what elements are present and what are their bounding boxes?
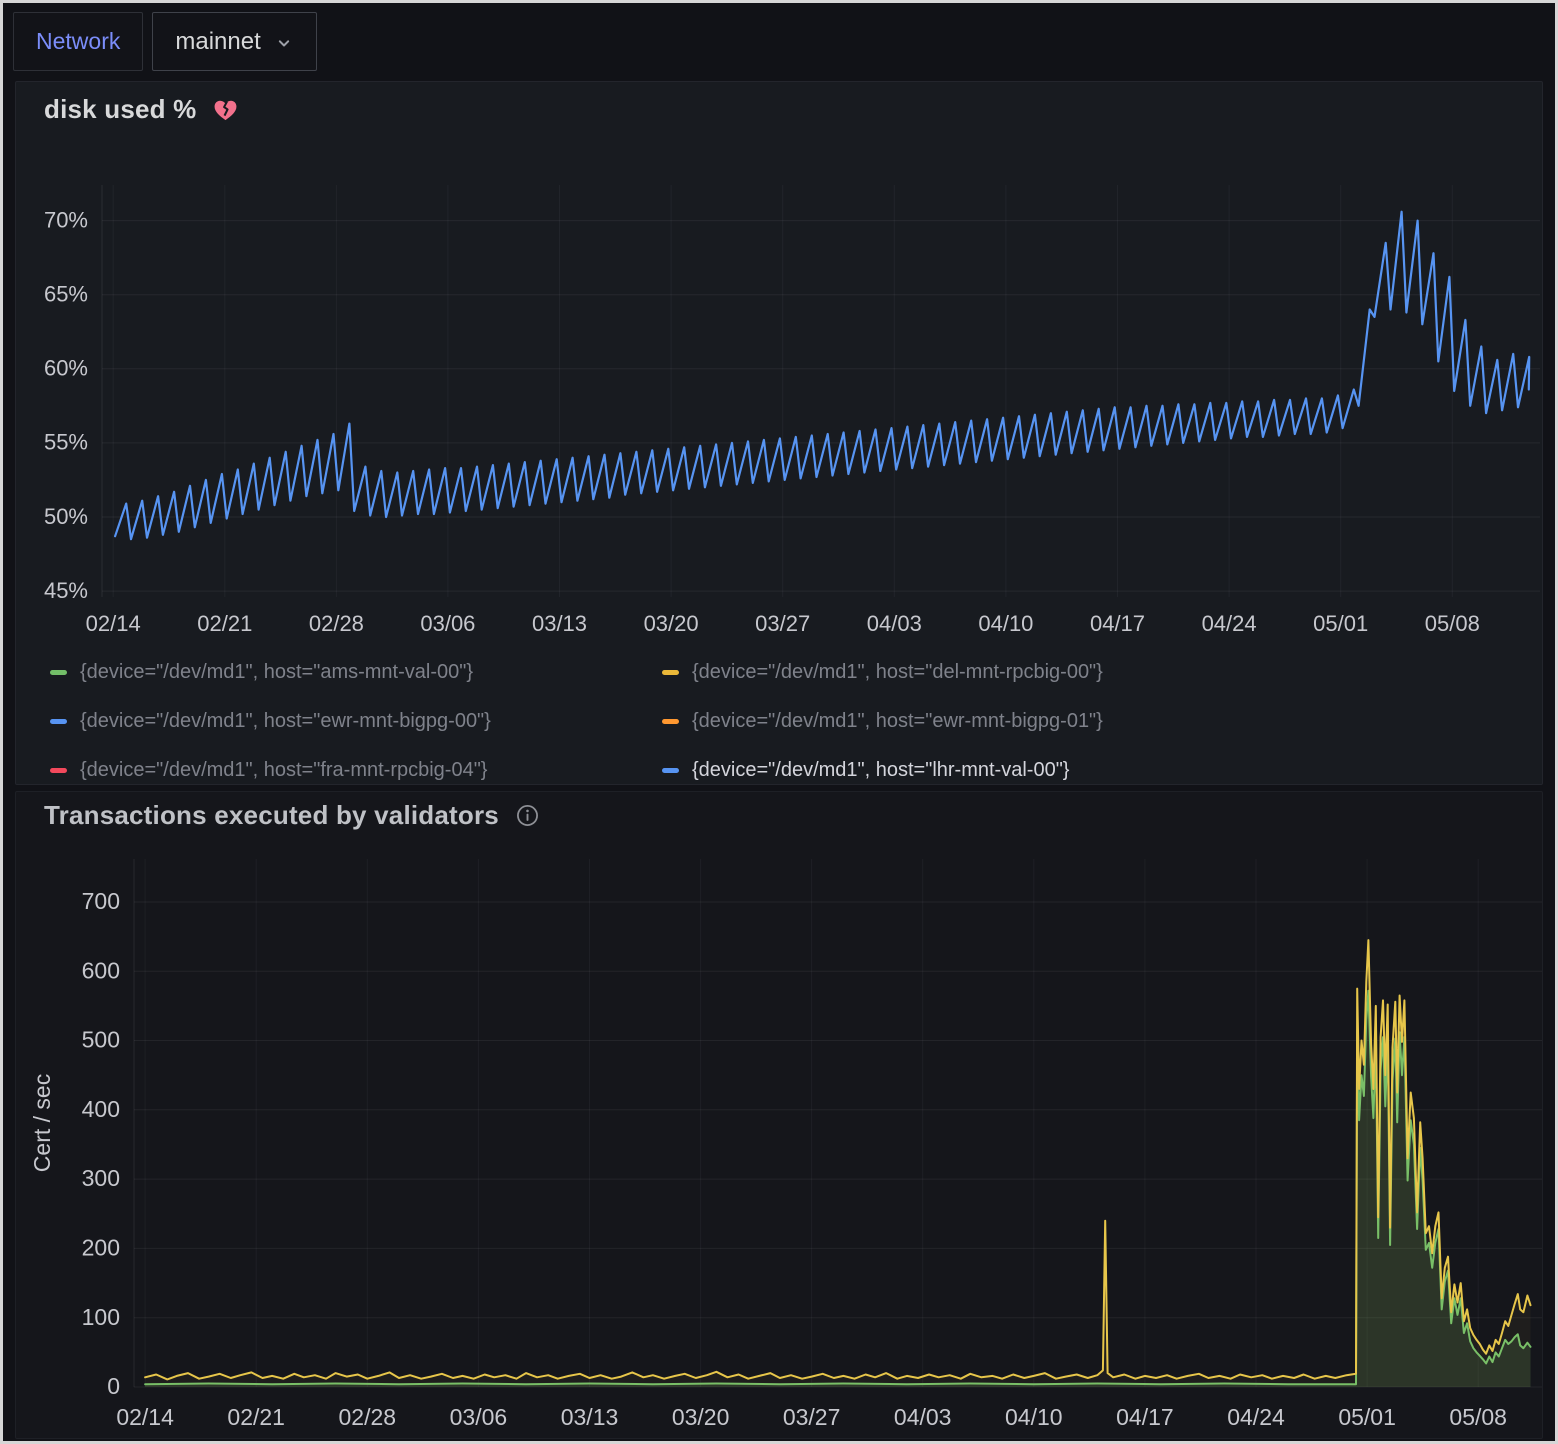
y-tick-label: 600 [82, 957, 120, 983]
y-tick-label: 65% [44, 282, 88, 307]
panel-disk-used: disk used % 45% 50% 55% 60% 65% 70% 02/14 02/21… [15, 81, 1543, 785]
x-tick-label: 04/10 [978, 611, 1033, 636]
y-tick-label: 200 [82, 1234, 120, 1260]
y-tick-label: 400 [82, 1096, 120, 1122]
x-tick-label: 02/28 [309, 611, 364, 636]
x-tick-label: 04/17 [1090, 611, 1145, 636]
y-tick-label: 50% [44, 504, 88, 529]
x-tick-label: 02/14 [116, 1404, 174, 1430]
legend-item-label: {device="/dev/md1", host="ewr-mnt-bigpg-… [692, 710, 1103, 733]
legend-item[interactable]: {device="/dev/md1", host="ewr-mnt-bigpg-… [50, 710, 662, 733]
network-dropdown-value: mainnet [175, 28, 260, 56]
transactions-chart[interactable]: 0 100 200 300 400 500 600 700 02/14 02/21 02/28 03/… [16, 833, 1543, 1439]
x-tick-label: 04/03 [894, 1404, 952, 1430]
x-tick-label: 02/14 [86, 611, 141, 636]
y-tick-label: 70% [44, 207, 88, 232]
y-axis-title: Cert / sec [29, 1074, 55, 1172]
panel-header: disk used % [16, 82, 1542, 127]
panel-title[interactable]: disk used % [44, 94, 196, 125]
y-tick-label: 700 [82, 888, 120, 914]
x-tick-label: 04/24 [1202, 611, 1257, 636]
series-color-swatch [50, 670, 67, 675]
series-color-swatch [50, 719, 67, 724]
legend-item[interactable]: {device="/dev/md1", host="fra-mnt-rpcbig… [50, 759, 662, 782]
series-area-validators-green [145, 991, 1530, 1387]
x-tick-label: 05/01 [1313, 611, 1368, 636]
x-tick-label: 02/21 [197, 611, 252, 636]
legend-item[interactable]: {device="/dev/md1", host="ewr-mnt-bigpg-… [662, 710, 1542, 733]
network-label-text: Network [36, 28, 120, 55]
y-tick-label: 100 [82, 1304, 120, 1330]
y-tick-label: 60% [44, 356, 88, 381]
series-color-swatch [662, 768, 679, 773]
x-tick-label: 05/01 [1338, 1404, 1396, 1430]
variable-label-network: Network [13, 12, 143, 71]
y-tick-label: 300 [82, 1165, 120, 1191]
series-line-validators-yellow [145, 940, 1530, 1379]
series-area-validators-yellow [145, 940, 1530, 1387]
series-line-{device="/dev/md1", host="lhr-mnt-val-00"} [115, 212, 1529, 540]
panel-header: Transactions executed by validators [16, 792, 1542, 833]
y-tick-label: 500 [82, 1027, 120, 1053]
series-color-swatch [662, 670, 679, 675]
x-tick-label: 03/20 [672, 1404, 730, 1430]
y-tick-label: 0 [107, 1373, 120, 1399]
x-tick-label: 03/13 [561, 1404, 619, 1430]
broken-heart-icon [212, 97, 239, 123]
legend-item-label: {device="/dev/md1", host="fra-mnt-rpcbig… [80, 759, 488, 782]
legend-item-label: {device="/dev/md1", host="ewr-mnt-bigpg-… [80, 710, 491, 733]
grafana-dashboard: Network mainnet disk used % 45% 50% 55% 60%… [0, 0, 1558, 1444]
y-tick-label: 55% [44, 430, 88, 455]
legend-item-label: {device="/dev/md1", host="lhr-mnt-val-00… [692, 759, 1069, 782]
x-tick-label: 05/08 [1425, 611, 1480, 636]
x-tick-label: 04/24 [1227, 1404, 1285, 1430]
x-tick-label: 03/06 [420, 611, 475, 636]
x-tick-label: 02/28 [339, 1404, 397, 1430]
x-tick-label: 03/27 [783, 1404, 841, 1430]
panel-transactions: Transactions executed by validators 0 100… [15, 791, 1543, 1439]
info-icon[interactable] [515, 803, 540, 828]
x-tick-label: 04/17 [1116, 1404, 1174, 1430]
x-tick-label: 04/03 [867, 611, 922, 636]
series-line-validators-green [145, 991, 1530, 1384]
panel-title[interactable]: Transactions executed by validators [44, 800, 499, 831]
legend-item[interactable]: {device="/dev/md1", host="lhr-mnt-val-00… [662, 759, 1542, 782]
x-tick-label: 03/27 [755, 611, 810, 636]
legend-item-label: {device="/dev/md1", host="del-mnt-rpcbig… [692, 661, 1103, 684]
series-color-swatch [50, 768, 67, 773]
legend-item-label: {device="/dev/md1", host="ams-mnt-val-00… [80, 661, 473, 684]
disk-used-chart[interactable]: 45% 50% 55% 60% 65% 70% 02/14 02/21 02/28 03/06 03… [16, 129, 1543, 641]
x-tick-label: 04/10 [1005, 1404, 1063, 1430]
x-tick-label: 03/20 [644, 611, 699, 636]
series-color-swatch [662, 719, 679, 724]
legend-item[interactable]: {device="/dev/md1", host="ams-mnt-val-00… [50, 661, 662, 684]
dashboard-controls: Network mainnet [3, 3, 1555, 81]
x-tick-label: 05/08 [1449, 1404, 1507, 1430]
y-tick-label: 45% [44, 578, 88, 603]
network-dropdown[interactable]: mainnet [152, 12, 316, 71]
x-tick-label: 03/13 [532, 611, 587, 636]
disk-used-legend: {device="/dev/md1", host="ams-mnt-val-00… [16, 641, 1542, 782]
x-tick-label: 03/06 [450, 1404, 508, 1430]
chevron-down-icon [274, 32, 294, 52]
legend-item[interactable]: {device="/dev/md1", host="del-mnt-rpcbig… [662, 661, 1542, 684]
x-tick-label: 02/21 [227, 1404, 285, 1430]
